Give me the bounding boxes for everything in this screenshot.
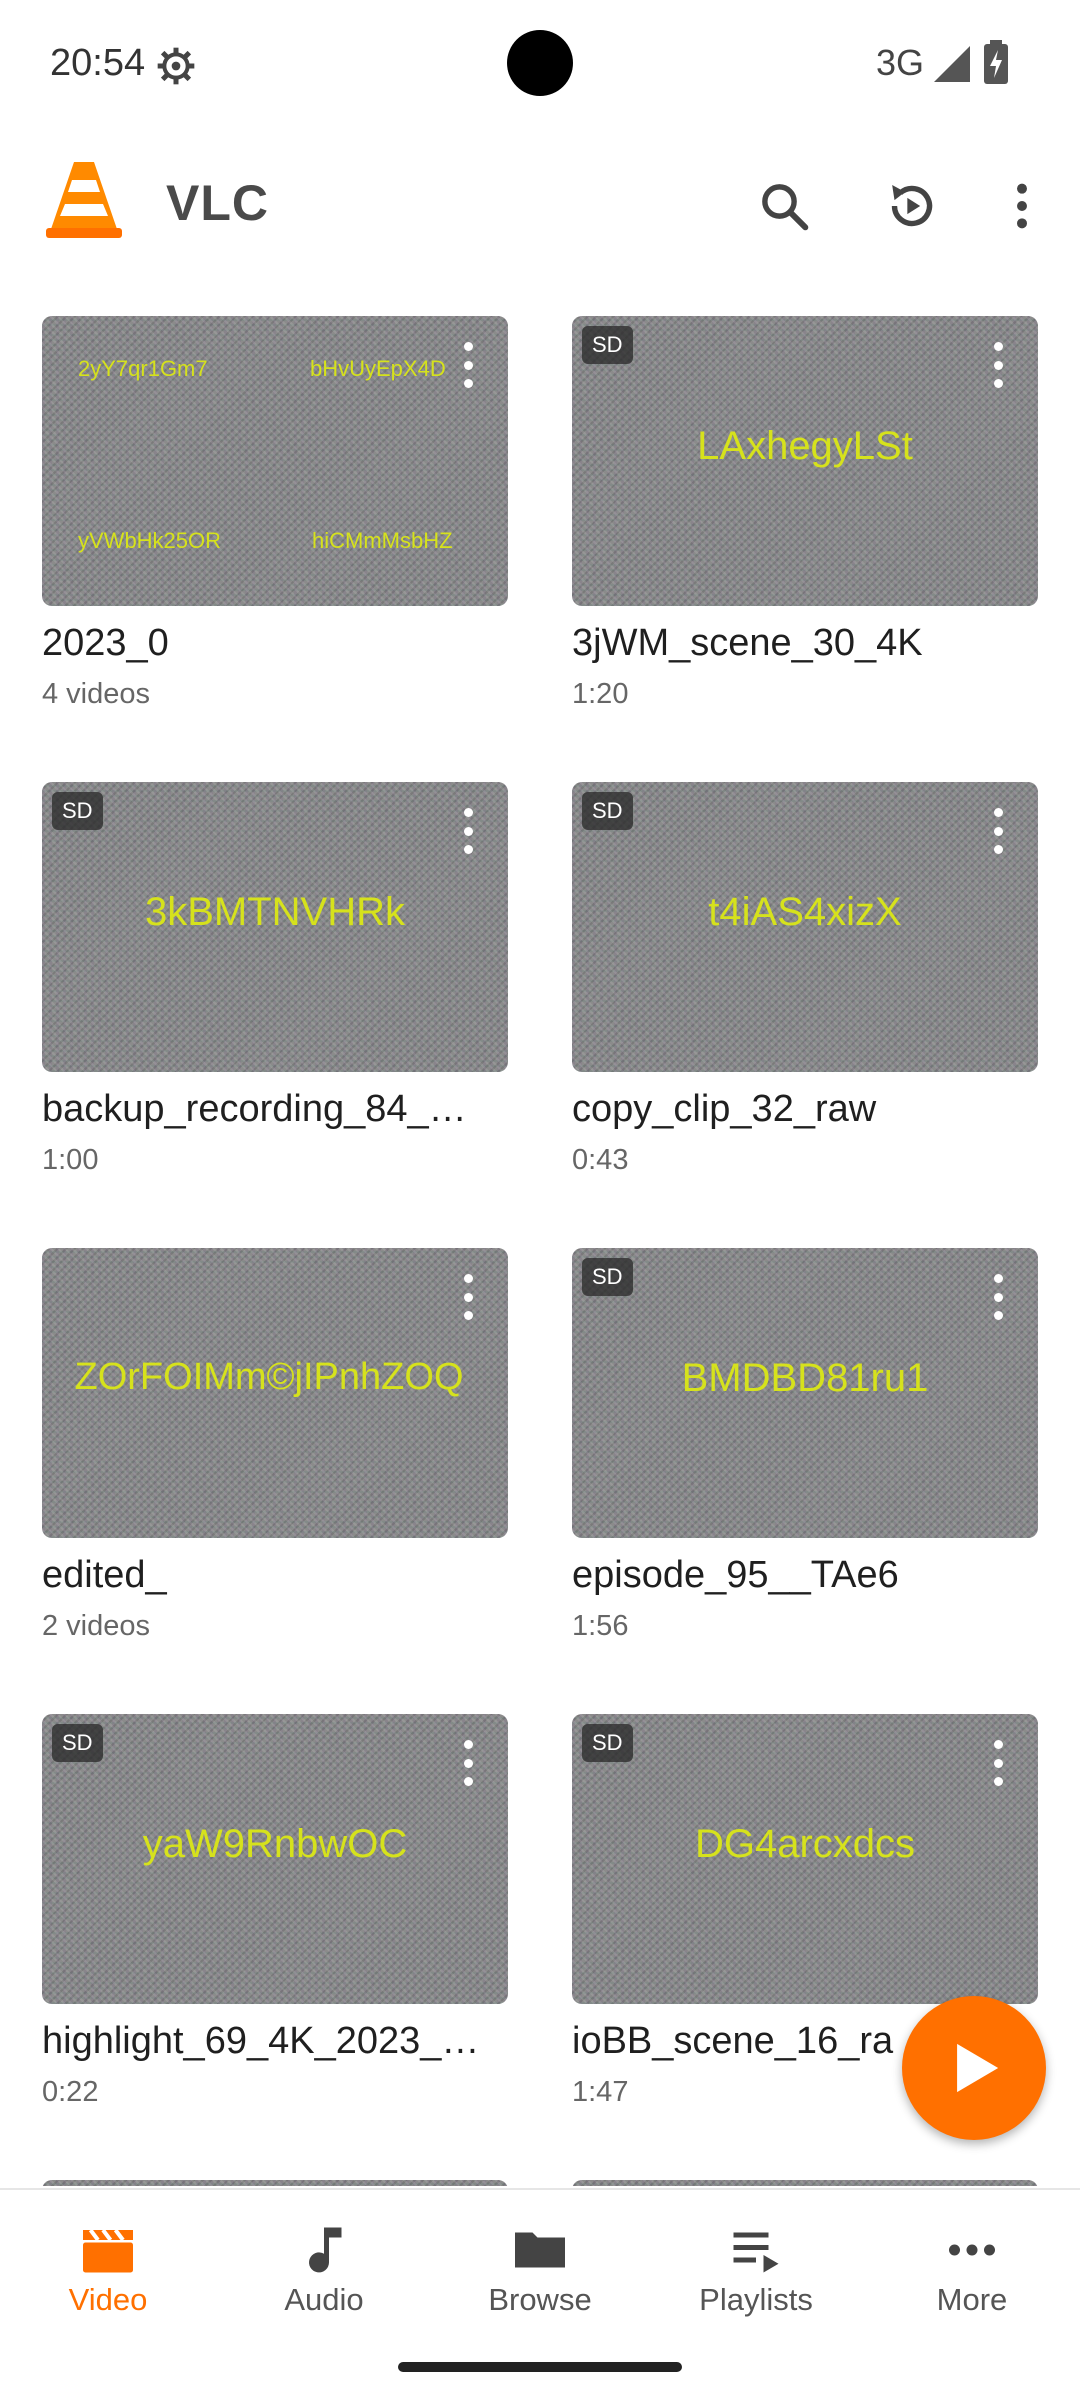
app-title: VLC	[166, 175, 269, 231]
nav-label: More	[936, 2282, 1008, 2317]
video-thumbnail[interactable]: SD yaW9RnbwOC	[42, 1714, 508, 2004]
status-time: 20:54	[50, 42, 146, 84]
nav-label: Playlists	[699, 2282, 813, 2317]
signal-icon	[934, 46, 970, 82]
sd-badge: SD	[582, 326, 633, 364]
video-duration: 1:00	[42, 1144, 99, 1176]
playlist-icon	[733, 2232, 779, 2273]
video-thumbnail[interactable]: 2yY7qr1Gm7 bHvUyEpX4D yVWbHk25OR hiCMmMs…	[42, 316, 508, 606]
video-title: edited_	[42, 1554, 167, 1596]
video-title: 3jWM_scene_30_4K	[572, 622, 923, 664]
nav-label: Browse	[488, 2282, 592, 2317]
item-more-button[interactable]	[988, 808, 1008, 854]
play-fab-button[interactable]	[902, 1996, 1046, 2140]
history-play-icon	[891, 185, 933, 227]
thumbnail-overlay-text: hiCMmMsbHZ	[312, 528, 453, 553]
nav-video[interactable]: Video	[0, 2190, 216, 2340]
video-card[interactable]: ZOrFOIMm©jIPnhZOQ edited_ 2 videos	[42, 1248, 508, 1668]
video-thumbnail-partial[interactable]	[42, 2180, 508, 2186]
nav-browse[interactable]: Browse	[432, 2190, 648, 2340]
video-title: copy_clip_32_raw	[572, 1088, 877, 1130]
video-card[interactable]: 2yY7qr1Gm7 bHvUyEpX4D yVWbHk25OR hiCMmMs…	[42, 316, 508, 736]
thumbnail-overlay-text: LAxhegyLSt	[697, 424, 913, 468]
thumbnail-overlay-text: yaW9RnbwOC	[142, 1822, 408, 1866]
video-duration: 1:56	[572, 1610, 629, 1642]
item-more-button[interactable]	[988, 1740, 1008, 1786]
video-subtitle: 4 videos	[42, 678, 151, 710]
nav-label: Audio	[284, 2282, 364, 2317]
battery-charging-icon	[984, 40, 1008, 84]
video-card[interactable]: SD t4iAS4xizX copy_clip_32_raw 0:43	[572, 782, 1038, 1202]
video-duration: 0:22	[42, 2076, 99, 2108]
sd-badge: SD	[52, 1724, 103, 1762]
video-title: highlight_69_4K_2023_…	[42, 2020, 480, 2062]
more-horiz-icon	[949, 2244, 995, 2256]
video-thumbnail[interactable]: SD DG4arcxdcs	[572, 1714, 1038, 2004]
video-card[interactable]: SD BMDBD81ru1 episode_95__TAe6 1:56	[572, 1248, 1038, 1668]
nav-playlists[interactable]: Playlists	[648, 2190, 864, 2340]
nav-more[interactable]: More	[864, 2190, 1080, 2340]
thumbnail-overlay-text: bHvUyEpX4D	[310, 356, 446, 381]
clapperboard-icon	[83, 2228, 133, 2273]
item-more-button[interactable]	[988, 342, 1008, 388]
item-more-button[interactable]	[458, 342, 478, 388]
video-thumbnail[interactable]: SD 3kBMTNVHRk	[42, 782, 508, 1072]
music-note-icon	[309, 2227, 342, 2273]
thumbnail-overlay-text: DG4arcxdcs	[694, 1822, 916, 1866]
video-card[interactable]: SD LAxhegyLSt 3jWM_scene_30_4K 1:20	[572, 316, 1038, 736]
resume-playback-button[interactable]	[876, 170, 948, 242]
video-thumbnail[interactable]: ZOrFOIMm©jIPnhZOQ	[42, 1248, 508, 1538]
video-thumbnail[interactable]: SD LAxhegyLSt	[572, 316, 1038, 606]
thumbnail-overlay-text: 2yY7qr1Gm7	[78, 356, 208, 381]
thumbnail-overlay-text: 3kBMTNVHRk	[144, 890, 406, 934]
video-duration: 0:43	[572, 1144, 629, 1176]
search-icon	[762, 184, 809, 231]
nav-label: Video	[68, 2282, 148, 2317]
video-subtitle: 2 videos	[42, 1610, 151, 1642]
settings-gear-icon	[157, 47, 195, 85]
item-more-button[interactable]	[458, 1740, 478, 1786]
overflow-menu-button[interactable]	[986, 170, 1058, 242]
sd-badge: SD	[582, 792, 633, 830]
camera-cutout	[507, 30, 573, 96]
app-bar: VLC	[0, 130, 1080, 280]
item-more-button[interactable]	[458, 1274, 478, 1320]
play-icon	[957, 2043, 999, 2093]
thumbnail-overlay-text: t4iAS4xizX	[708, 890, 902, 934]
vlc-cone-logo	[46, 162, 122, 238]
video-duration: 1:20	[572, 678, 629, 710]
item-more-button[interactable]	[988, 1274, 1008, 1320]
video-thumbnail[interactable]: SD t4iAS4xizX	[572, 782, 1038, 1072]
folder-icon	[515, 2232, 565, 2268]
video-thumbnail-partial[interactable]	[572, 2180, 1038, 2186]
sd-badge: SD	[582, 1724, 633, 1762]
home-gesture-bar[interactable]	[398, 2362, 682, 2372]
video-thumbnail[interactable]: SD BMDBD81ru1	[572, 1248, 1038, 1538]
thumbnail-overlay-text: BMDBD81ru1	[681, 1356, 929, 1400]
video-title: episode_95__TAe6	[572, 1554, 899, 1596]
thumbnail-overlay-text: yVWbHk25OR	[78, 528, 222, 553]
sd-badge: SD	[52, 792, 103, 830]
search-button[interactable]	[748, 170, 820, 242]
status-bar: 20:54 3G	[0, 0, 1080, 130]
thumbnail-overlay-text: ZOrFOIMm©jIPnhZOQ	[74, 1356, 464, 1398]
video-grid: 2yY7qr1Gm7 bHvUyEpX4D yVWbHk25OR hiCMmMs…	[0, 316, 1080, 2186]
more-vert-icon	[1017, 183, 1027, 229]
video-card[interactable]: SD yaW9RnbwOC highlight_69_4K_2023_… 0:2…	[42, 1714, 508, 2134]
video-title: backup_recording_84_…	[42, 1088, 467, 1130]
video-card[interactable]: SD 3kBMTNVHRk backup_recording_84_… 1:00	[42, 782, 508, 1202]
item-more-button[interactable]	[458, 808, 478, 854]
video-duration: 1:47	[572, 2076, 629, 2108]
nav-audio[interactable]: Audio	[216, 2190, 432, 2340]
network-type: 3G	[876, 42, 925, 83]
sd-badge: SD	[582, 1258, 633, 1296]
video-title: 2023_0	[42, 622, 169, 664]
